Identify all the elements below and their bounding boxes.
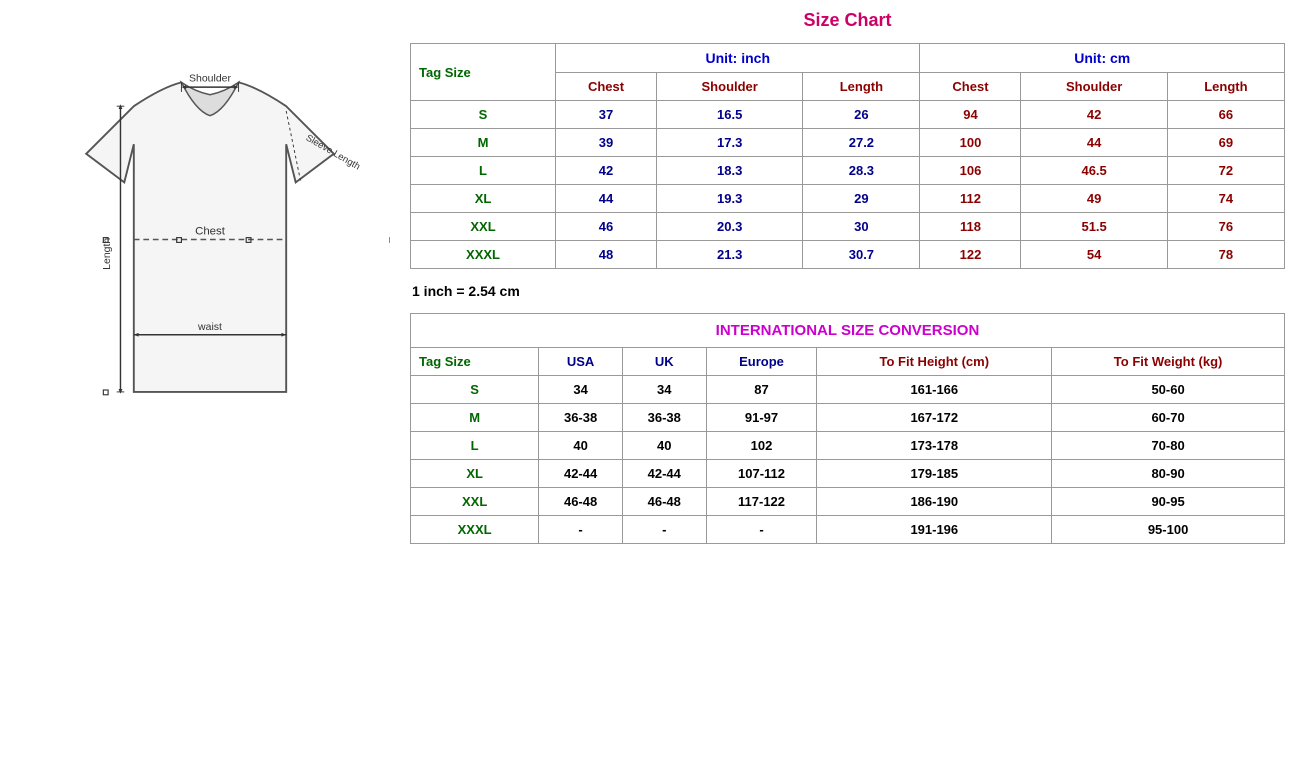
inch-shoulder-header: Shoulder xyxy=(657,73,803,101)
cm-shoulder-header: Shoulder xyxy=(1021,73,1167,101)
europe-header: Europe xyxy=(706,348,817,376)
table-row: XXXL 48 21.3 30.7 122 54 78 xyxy=(411,241,1285,269)
unit-cm-header: Unit: cm xyxy=(920,44,1285,73)
tshirt-svg: Shoulder Length Sleeve Length Chest wais… xyxy=(30,30,390,430)
table-row: XL 42-44 42-44 107-112 179-185 80-90 xyxy=(411,460,1285,488)
cm-chest-header: Chest xyxy=(920,73,1021,101)
inch-chest-header: Chest xyxy=(556,73,657,101)
table-row: M 39 17.3 27.2 100 44 69 xyxy=(411,129,1285,157)
intl-conversion-title: INTERNATIONAL SIZE CONVERSION xyxy=(411,314,1285,348)
tag-size-header: Tag Size xyxy=(411,44,556,101)
table-row: L 40 40 102 173-178 70-80 xyxy=(411,432,1285,460)
table-row: XXXL - - - 191-196 95-100 xyxy=(411,516,1285,544)
to-fit-weight-header: To Fit Weight (kg) xyxy=(1052,348,1285,376)
tshirt-diagram: Shoulder Length Sleeve Length Chest wais… xyxy=(10,10,410,450)
svg-text:Shoulder: Shoulder xyxy=(189,73,231,84)
uk-header: UK xyxy=(622,348,706,376)
size-chart-table: Tag Size Unit: inch Unit: cm Chest Shoul… xyxy=(410,43,1285,269)
svg-text:Chest: Chest xyxy=(195,226,226,238)
table-row: XL 44 19.3 29 112 49 74 xyxy=(411,185,1285,213)
size-chart-title: Size Chart xyxy=(410,10,1285,31)
usa-header: USA xyxy=(539,348,623,376)
table-row: XXL 46-48 46-48 117-122 186-190 90-95 xyxy=(411,488,1285,516)
table-row: L 42 18.3 28.3 106 46.5 72 xyxy=(411,157,1285,185)
table-row: S 37 16.5 26 94 42 66 xyxy=(411,101,1285,129)
table-row: S 34 34 87 161-166 50-60 xyxy=(411,376,1285,404)
table-row: XXL 46 20.3 30 118 51.5 76 xyxy=(411,213,1285,241)
svg-text:waist: waist xyxy=(197,322,222,333)
intl-tag-size-header: Tag Size xyxy=(411,348,539,376)
to-fit-height-header: To Fit Height (cm) xyxy=(817,348,1052,376)
cm-length-header: Length xyxy=(1167,73,1284,101)
tables-section: Size Chart Tag Size Unit: inch Unit: cm … xyxy=(410,10,1285,544)
inch-length-header: Length xyxy=(803,73,920,101)
intl-conversion-table: INTERNATIONAL SIZE CONVERSION Tag Size U… xyxy=(410,313,1285,544)
unit-inch-header: Unit: inch xyxy=(556,44,920,73)
conversion-note: 1 inch = 2.54 cm xyxy=(410,277,1285,305)
table-row: M 36-38 36-38 91-97 167-172 60-70 xyxy=(411,404,1285,432)
